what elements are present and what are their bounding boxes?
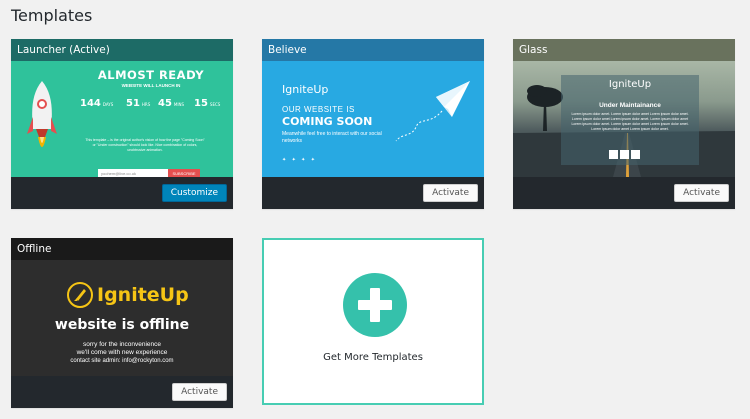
template-preview: IgniteUp website is offline sorry for th… — [11, 260, 233, 376]
card-footer: Activate — [262, 177, 484, 209]
template-name: Believe — [262, 39, 484, 61]
countdown-seconds: 15 SECS — [194, 98, 221, 109]
googleplus-icon — [631, 150, 640, 159]
preview-email-field: yoohem@live.co.uk — [98, 169, 168, 177]
preview-title: Under Maintainance — [599, 102, 661, 109]
preview-text: Lorem ipsum dolor amet. Lorem ipsum dolo… — [571, 112, 689, 131]
template-card-believe[interactable]: Believe IgniteUp OUR WEBSITE IS COMING S… — [262, 39, 484, 209]
activate-button[interactable]: Activate — [423, 184, 478, 202]
template-name: Launcher (Active) — [11, 39, 233, 61]
preview-line1: OUR WEBSITE IS — [282, 105, 355, 114]
countdown-days: 144 DAYS — [80, 98, 114, 109]
preview-title: ALMOST READY — [97, 68, 205, 82]
get-more-templates-card[interactable]: Get More Templates — [262, 238, 484, 405]
paper-plane-icon — [395, 81, 470, 142]
preview-subtitle: WEBSITE WILL LAUNCH IN — [121, 83, 181, 88]
preview-social-icons — [609, 146, 642, 164]
template-card-glass[interactable]: Glass IgniteUp Under Maintainance Lorem … — [513, 39, 735, 209]
twitter-icon — [609, 150, 618, 159]
glass-panel: IgniteUp Under Maintainance Lorem ipsum … — [561, 75, 699, 165]
card-footer: Activate — [513, 177, 735, 209]
rocket-icon — [27, 81, 57, 147]
preview-logo: IgniteUp — [97, 284, 189, 306]
get-more-templates-label[interactable]: Get More Templates — [264, 352, 482, 363]
template-name: Glass — [513, 39, 735, 61]
card-footer: Activate — [11, 376, 233, 408]
preview-logo: IgniteUp — [282, 83, 329, 96]
activate-button[interactable]: Activate — [172, 383, 227, 401]
rocket-icon — [67, 282, 93, 308]
card-footer: Customize — [11, 177, 233, 209]
customize-button[interactable]: Customize — [161, 184, 227, 202]
facebook-icon — [620, 150, 629, 159]
template-preview: ALMOST READY WEBSITE WILL LAUNCH IN 144 D… — [11, 61, 233, 177]
preview-text: Meanwhile feel free to interact with our… — [282, 131, 382, 144]
preview-logo: IgniteUp — [608, 79, 652, 90]
template-card-launcher[interactable]: Launcher (Active) ALMOST READY WEBSITE W… — [11, 39, 233, 209]
preview-title: COMING SOON — [282, 115, 373, 128]
preview-line2: we'll come with new experience — [76, 349, 168, 356]
preview-social-icons: ✦ ✦ ✦ ✦ — [282, 157, 317, 163]
template-preview: IgniteUp OUR WEBSITE IS COMING SOON Mean… — [262, 61, 484, 177]
template-preview: IgniteUp Under Maintainance Lorem ipsum … — [513, 61, 735, 177]
plus-icon[interactable] — [343, 273, 407, 337]
preview-line3: contact site admin: info@rockyton.com — [70, 358, 174, 364]
page-title: Templates — [11, 6, 93, 25]
preview-text: This template – is the original author's… — [85, 138, 205, 152]
template-card-offline[interactable]: Offline IgniteUp website is offline sorr… — [11, 238, 233, 408]
preview-title: website is offline — [54, 317, 190, 333]
countdown-minutes: 45 MINS — [158, 98, 185, 109]
preview-subscribe-button: SUBSCRIBE — [168, 169, 200, 177]
activate-button[interactable]: Activate — [674, 184, 729, 202]
countdown-hours: 51 HRS — [126, 98, 151, 109]
preview-line1: sorry for the inconvenience — [82, 341, 162, 348]
template-name: Offline — [11, 238, 233, 260]
